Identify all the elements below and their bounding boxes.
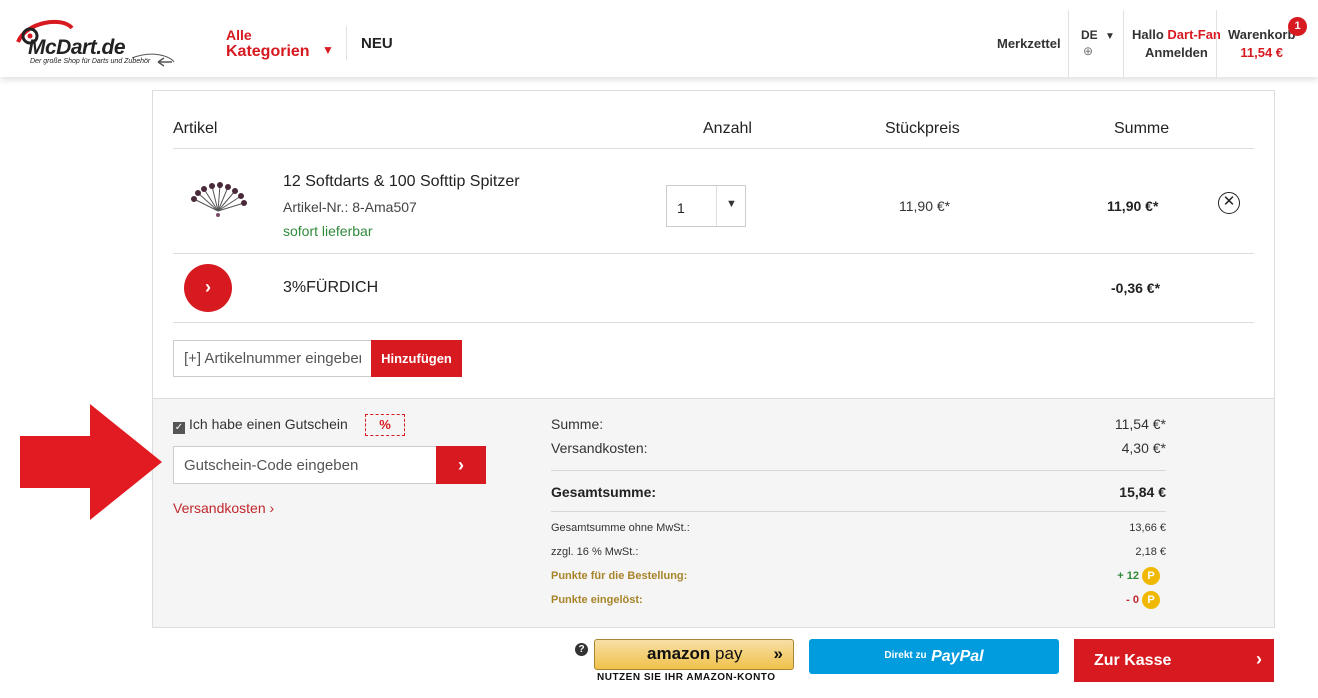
red-arrow-icon (20, 404, 162, 520)
column-header-unit-price: Stückpreis (885, 120, 960, 137)
points-redeemed-label: Punkte eingelöst: (551, 594, 643, 606)
vat-value: 2,18 € (1135, 546, 1166, 558)
divider (173, 253, 1254, 254)
caret-down-icon: ▼ (726, 198, 737, 210)
language-code: DE (1081, 28, 1098, 42)
voucher-code-input[interactable] (173, 446, 437, 484)
header-divider (1068, 10, 1069, 77)
header-divider (1123, 10, 1124, 77)
product-image[interactable] (186, 181, 250, 221)
categories-menu-button[interactable]: Alle Kategorien ▼ (226, 28, 334, 61)
total-label: Gesamtsumme: (551, 484, 657, 500)
points-order-value: + 12 P (1117, 567, 1160, 585)
points-coin-icon: P (1142, 567, 1160, 585)
article-number-input[interactable] (173, 340, 372, 377)
amazon-pay-button[interactable]: amazon pay » (594, 639, 794, 670)
voucher-submit-button[interactable]: › (436, 446, 486, 484)
login-label: Anmelden (1145, 45, 1208, 60)
wishlist-link[interactable]: Merkzettel (997, 36, 1061, 51)
shipping-costs-link[interactable]: Versandkosten › (173, 500, 274, 516)
amazon-pay-subtitle: NUTZEN SIE IHR AMAZON-KONTO (597, 672, 776, 683)
logo-slogan: Der große Shop für Darts und Zubehör (30, 58, 151, 65)
paypal-button[interactable]: Direkt zu PayPal (809, 639, 1059, 674)
points-redeemed-value: - 0P (1126, 591, 1160, 609)
cart-label: Warenkorb (1228, 27, 1296, 42)
promo-chevron-icon: › (184, 264, 232, 312)
double-chevron-icon: » (773, 644, 783, 663)
mcdart-logo[interactable]: McDart.de Der große Shop für Darts und Z… (12, 14, 182, 70)
divider (173, 322, 1254, 323)
new-link[interactable]: NEU (361, 35, 393, 52)
promo-discount: -0,36 €* (1111, 280, 1161, 296)
amazon-pay-label: amazon pay (647, 644, 743, 663)
sum-value: 11,54 €* (1114, 416, 1166, 432)
header-divider (1216, 10, 1217, 77)
divider (173, 148, 1254, 149)
points-order-label: Punkte für die Bestellung: (551, 570, 688, 582)
checkout-button[interactable]: Zur Kasse › (1074, 639, 1274, 682)
voucher-checkbox-label: Ich habe einen Gutschein (189, 416, 348, 432)
cart-count-badge: 1 (1288, 17, 1307, 36)
unit-price: 11,90 €* (899, 198, 951, 214)
divider (551, 511, 1166, 512)
caret-down-icon: ▼ (322, 43, 334, 57)
product-article-number: Artikel-Nr.: 8-Ama507 (283, 199, 417, 215)
caret-down-icon: ▼ (1105, 31, 1115, 42)
voucher-icon: % (365, 414, 405, 436)
paypal-label: PayPal (931, 648, 984, 665)
divider (551, 470, 1166, 471)
line-sum: 11,90 €* (1107, 198, 1159, 214)
net-label: Gesamtsumme ohne MwSt.: (551, 522, 690, 534)
net-value: 13,66 € (1129, 522, 1166, 534)
header-divider (346, 26, 347, 60)
total-value: 15,84 € (1119, 484, 1166, 500)
quantity-select[interactable]: 1 ▼ (666, 185, 746, 227)
chevron-right-icon: › (458, 454, 464, 475)
shipping-value: 4,30 €* (1121, 440, 1166, 456)
quantity-divider (716, 186, 717, 226)
globe-icon: ⊕ (1083, 44, 1094, 58)
vat-label: zzgl. 16 % MwSt.: (551, 546, 639, 558)
remove-item-icon[interactable]: ✕ (1218, 192, 1240, 214)
site-header: McDart.de Der große Shop für Darts und Z… (0, 0, 1318, 77)
product-availability: sofort lieferbar (283, 223, 373, 239)
chevron-right-icon: › (1256, 649, 1262, 669)
points-coin-icon: P (1142, 591, 1160, 609)
column-header-sum: Summe (1114, 120, 1170, 137)
voucher-checkbox[interactable]: ✓ Ich habe einen Gutschein (173, 416, 348, 434)
categories-line2: Kategorien (226, 43, 310, 60)
paypal-prefix: Direkt zu (884, 650, 927, 661)
promo-code-name: 3%FÜRDICH (283, 279, 379, 296)
add-article-button[interactable]: Hinzufügen (371, 340, 462, 377)
account-link[interactable]: Hallo Dart-Fan Anmelden (1132, 26, 1221, 62)
greeting: Hallo Dart-Fan (1132, 27, 1221, 42)
language-selector[interactable]: DE ▼ ⊕ (1081, 28, 1115, 58)
quantity-value: 1 (677, 200, 685, 216)
shipping-label: Versandkosten: (551, 440, 648, 456)
categories-line1: Alle (226, 27, 252, 43)
help-icon[interactable]: ? (575, 643, 588, 656)
cart-link[interactable]: Warenkorb 11,54 € (1228, 26, 1295, 62)
column-header-article: Artikel (173, 120, 218, 137)
cart-total: 11,54 € (1240, 45, 1284, 60)
checkout-label: Zur Kasse (1094, 652, 1172, 669)
logo-text: McDart.de (28, 36, 126, 59)
checkbox-checked-icon: ✓ (173, 422, 185, 434)
sum-label: Summe: (551, 416, 604, 432)
product-title[interactable]: 12 Softdarts & 100 Softtip Spitzer (283, 173, 520, 191)
column-header-quantity: Anzahl (703, 120, 752, 137)
